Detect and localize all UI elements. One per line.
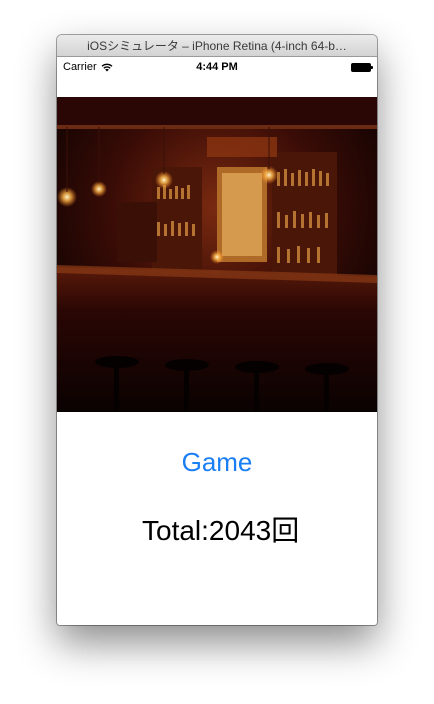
window-titlebar[interactable]: iOSシミュレータ – iPhone Retina (4-inch 64-b…: [57, 35, 377, 57]
game-button[interactable]: Game: [57, 447, 377, 478]
bar-photo: [57, 97, 377, 412]
device-screen: Carrier 4:44 PM Game Total:2043回: [57, 57, 377, 625]
simulator-window: iOSシミュレータ – iPhone Retina (4-inch 64-b… …: [57, 35, 377, 625]
window-title: iOSシミュレータ – iPhone Retina (4-inch 64-b…: [87, 39, 347, 53]
bar-photo-illustration: [57, 97, 377, 412]
battery-icon: [351, 62, 373, 72]
carrier-group: Carrier: [63, 61, 113, 73]
carrier-label: Carrier: [63, 61, 97, 73]
wifi-icon: [101, 63, 113, 71]
total-count-label: Total:2043回: [142, 515, 300, 546]
status-bar: Carrier 4:44 PM: [57, 57, 377, 77]
